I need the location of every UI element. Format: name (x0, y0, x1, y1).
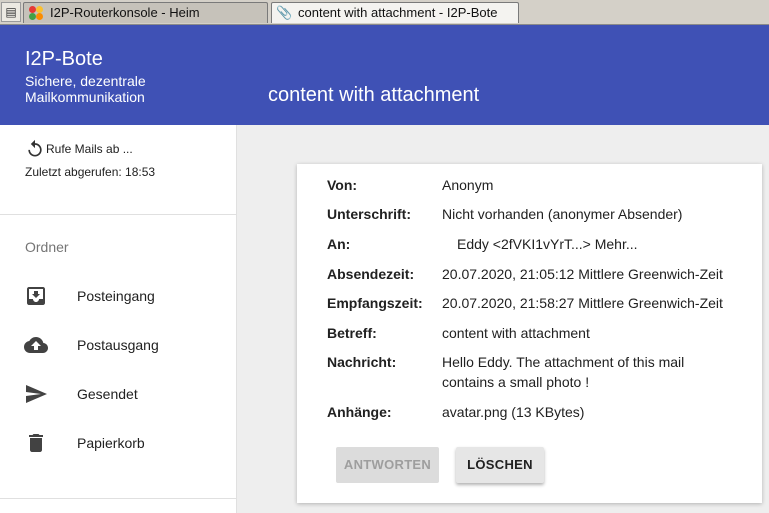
send-icon (26, 385, 47, 403)
refresh-icon (28, 139, 42, 157)
tab-label: I2P-Routerkonsole - Heim (50, 5, 200, 20)
from-value: Anonym (442, 177, 494, 193)
router-console-icon (28, 5, 44, 21)
message-body: Hello Eddy. The attachment of this mail … (442, 354, 685, 390)
reply-button[interactable]: ANTWORTEN (336, 447, 439, 483)
browser-tab-strip: ▤ I2P-Routerkonsole - Heim 📎 content wit… (0, 0, 769, 25)
sidebar-item-trash[interactable]: Papierkorb (0, 423, 236, 463)
sidebar-item-sent[interactable]: Gesendet (0, 374, 236, 414)
inbox-icon (27, 287, 45, 305)
sidebar-item-inbox[interactable]: Posteingang (0, 276, 236, 316)
field-label: Betreff: (327, 325, 377, 341)
trash-icon (29, 434, 43, 452)
signature-value: Nicht vorhanden (anonymer Absender) (442, 206, 683, 222)
field-label: An: (327, 236, 351, 252)
folder-label: Postausgang (77, 337, 159, 353)
folder-label: Posteingang (77, 288, 155, 304)
field-label: Empfangszeit: (327, 295, 423, 311)
tab-router-console[interactable]: I2P-Routerkonsole - Heim (23, 2, 268, 23)
received-time-value: 20.07.2020, 21:58:27 Mittlere Greenwich-… (442, 295, 723, 311)
folder-label: Papierkorb (77, 435, 145, 451)
tab-i2p-bote-message[interactable]: 📎 content with attachment - I2P-Bote (271, 2, 519, 23)
field-label: Von: (327, 177, 358, 193)
sidebar-item-outbox[interactable]: Postausgang (0, 325, 236, 365)
message-card: Von: Anonym Unterschrift: Nicht vorhande… (297, 164, 762, 503)
refresh-mail-button[interactable]: Rufe Mails ab ... (25, 139, 133, 159)
folder-label: Gesendet (77, 386, 138, 402)
cloud-upload-icon (24, 337, 48, 353)
folders-heading: Ordner (25, 239, 69, 255)
page-title: content with attachment (268, 84, 480, 106)
field-label: Absendezeit: (327, 266, 415, 282)
tab-label: content with attachment - I2P-Bote (298, 5, 498, 20)
subject-value: content with attachment (442, 325, 590, 341)
divider (0, 498, 237, 499)
paperclip-icon: 📎 (276, 5, 293, 20)
field-label: Nachricht: (327, 354, 397, 370)
divider (0, 214, 237, 215)
last-fetched-time: Zuletzt abgerufen: 18:53 (25, 165, 156, 179)
app-subtitle: Sichere, dezentrale Mailkommunikation (25, 73, 146, 105)
delete-button[interactable]: LÖSCHEN (456, 447, 544, 483)
app-header: I2P-Bote Sichere, dezentrale Mailkommuni… (0, 25, 769, 125)
refresh-label: Rufe Mails ab ... (46, 142, 133, 156)
sidebar: Rufe Mails ab ... Zuletzt abgerufen: 18:… (0, 125, 237, 513)
field-label: Anhänge: (327, 404, 392, 420)
sent-time-value: 20.07.2020, 21:05:12 Mittlere Greenwich-… (442, 266, 723, 282)
page-menu-icon[interactable]: ▤ (1, 2, 21, 22)
attachment-link[interactable]: avatar.png (13 KBytes) (442, 402, 742, 422)
field-label: Unterschrift: (327, 206, 412, 222)
to-value[interactable]: Eddy <2fVKI1vYrT...> Mehr... (457, 234, 757, 254)
app-title[interactable]: I2P-Bote (25, 47, 103, 71)
